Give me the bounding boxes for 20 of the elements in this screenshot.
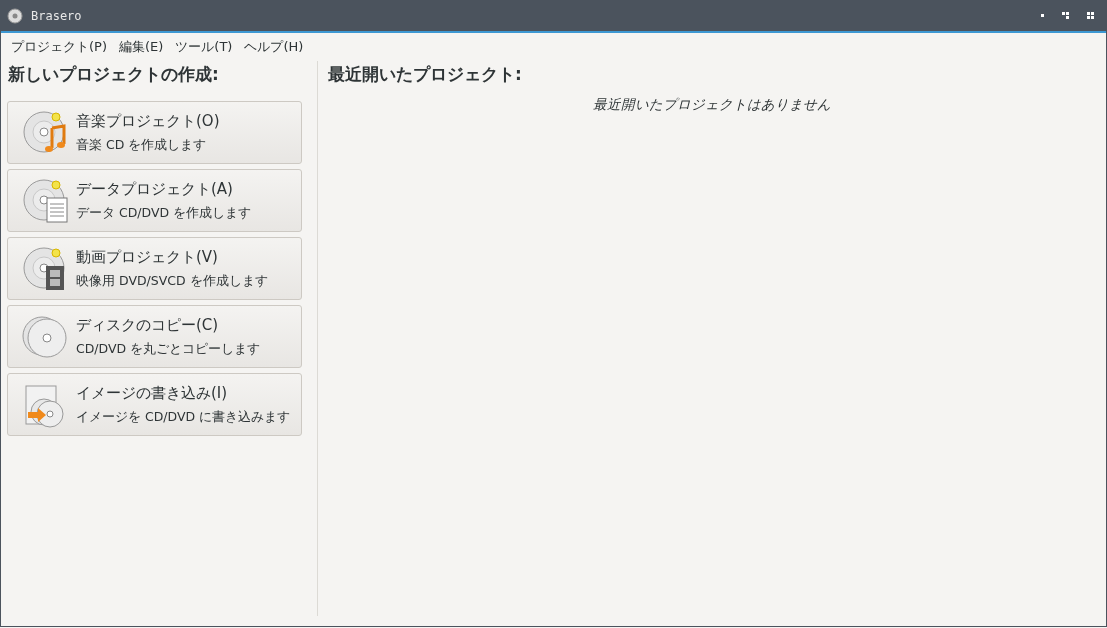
project-button[interactable]: 動画プロジェクト(V) 映像用 DVD/SVCD を作成します	[7, 237, 302, 300]
project-button[interactable]: イメージの書き込み(I) イメージを CD/DVD に書き込みます	[7, 373, 302, 436]
section-heading: 新しいプロジェクトの作成:	[8, 63, 220, 86]
project-button[interactable]: 音楽プロジェクト(O) 音楽 CD を作成します	[7, 101, 302, 164]
menu-item[interactable]: ツール(T)	[169, 35, 239, 59]
maximize-icon[interactable]	[1062, 12, 1069, 19]
disc-film-icon	[22, 245, 68, 292]
disc-music-icon	[22, 109, 68, 156]
project-button[interactable]: データプロジェクト(A) データ CD/DVD を作成します	[7, 169, 302, 232]
menu-item[interactable]: ヘルプ(H)	[238, 35, 310, 59]
discs-icon	[22, 313, 68, 360]
menu-item[interactable]: プロジェクト(P)	[5, 35, 113, 59]
section-heading: 最近開いたプロジェクト:	[328, 63, 523, 86]
disc-document-icon	[22, 177, 68, 224]
menu-item[interactable]: 編集(E)	[113, 35, 170, 59]
close-icon[interactable]	[1087, 12, 1094, 19]
empty-message: 最近開いたプロジェクトはありません	[592, 96, 832, 114]
project-button[interactable]: ディスクのコピー(C) CD/DVD を丸ごとコピーします	[7, 305, 302, 368]
window-title: Brasero	[31, 8, 82, 23]
disc-icon	[7, 7, 23, 24]
